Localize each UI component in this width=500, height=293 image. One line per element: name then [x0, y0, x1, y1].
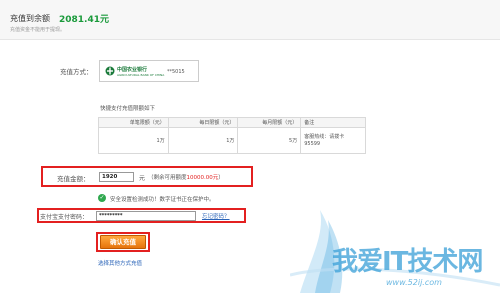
confirm-recharge-button[interactable]: 确认充值	[100, 235, 146, 249]
balance-header: 充值到余额 2081.41元 充值资金不能用于提现。	[0, 0, 500, 40]
limit-daily: 1万	[167, 127, 239, 154]
password-label: 支付宝支付密码：	[40, 214, 89, 221]
amount-label: 充值金额：	[57, 175, 90, 183]
limit-header-daily: 每日限额（元）	[167, 117, 239, 128]
limit-header-monthly: 每月限额（元）	[237, 117, 302, 128]
bank-selector[interactable]: 中国农业银行 AGRICULTURAL BANK OF CHINA **5015	[99, 60, 199, 82]
limit-monthly: 5万	[237, 127, 302, 154]
amount-limit-hint: （剩余可用额度10000.00元）	[148, 173, 224, 181]
card-tail: **5015	[167, 69, 185, 75]
withdraw-hint: 充值资金不能用于提现。	[10, 27, 66, 33]
bank-subname: AGRICULTURAL BANK OF CHINA	[117, 73, 165, 77]
hint-max: 10000.00元	[186, 175, 219, 181]
watermark: 我爱IT技术网 www.52ij.com	[290, 205, 500, 293]
limit-title: 快捷支付充值限额如下	[100, 106, 156, 112]
forgot-password-link[interactable]: 忘记密码？	[202, 212, 230, 220]
abc-bank-logo-icon	[105, 66, 115, 76]
security-status: 安全设置检测成功！数字证书正在保护中。	[110, 197, 215, 203]
limit-single: 1万	[98, 127, 169, 154]
amount-unit: 元	[139, 175, 146, 182]
table-row: 1万 1万 5万 客服热线：请拨卡 95599	[98, 127, 366, 154]
hint-suffix: ）	[218, 175, 224, 181]
limit-note: 客服热线：请拨卡 95599	[300, 127, 366, 154]
watermark-url: www.52ij.com	[386, 278, 442, 287]
password-input[interactable]: *********	[96, 211, 196, 221]
watermark-text: 我爱IT技术网	[332, 247, 483, 277]
method-label: 充值方式：	[60, 68, 93, 76]
note-line: 客服热线：请拨卡	[304, 133, 345, 140]
bank-name: 中国农业银行	[117, 67, 148, 73]
limit-table: 单笔限额（元） 每日限额（元） 每月限额（元） 备注 1万 1万 5万 客服热线…	[98, 117, 366, 154]
limit-header-single: 单笔限额（元）	[98, 117, 169, 128]
amount-input[interactable]: 1920	[99, 172, 134, 182]
note-line: 95599	[304, 140, 321, 147]
page-title: 充值到余额	[10, 14, 50, 23]
limit-table-header: 单笔限额（元） 每日限额（元） 每月限额（元） 备注	[98, 117, 366, 128]
other-method-link[interactable]: 选择其他方式充值	[98, 259, 142, 267]
hint-prefix: （剩余可用额度	[148, 175, 187, 181]
limit-header-note: 备注	[300, 117, 366, 128]
check-icon: ✓	[98, 194, 106, 202]
balance-amount: 2081.41元	[59, 15, 109, 25]
